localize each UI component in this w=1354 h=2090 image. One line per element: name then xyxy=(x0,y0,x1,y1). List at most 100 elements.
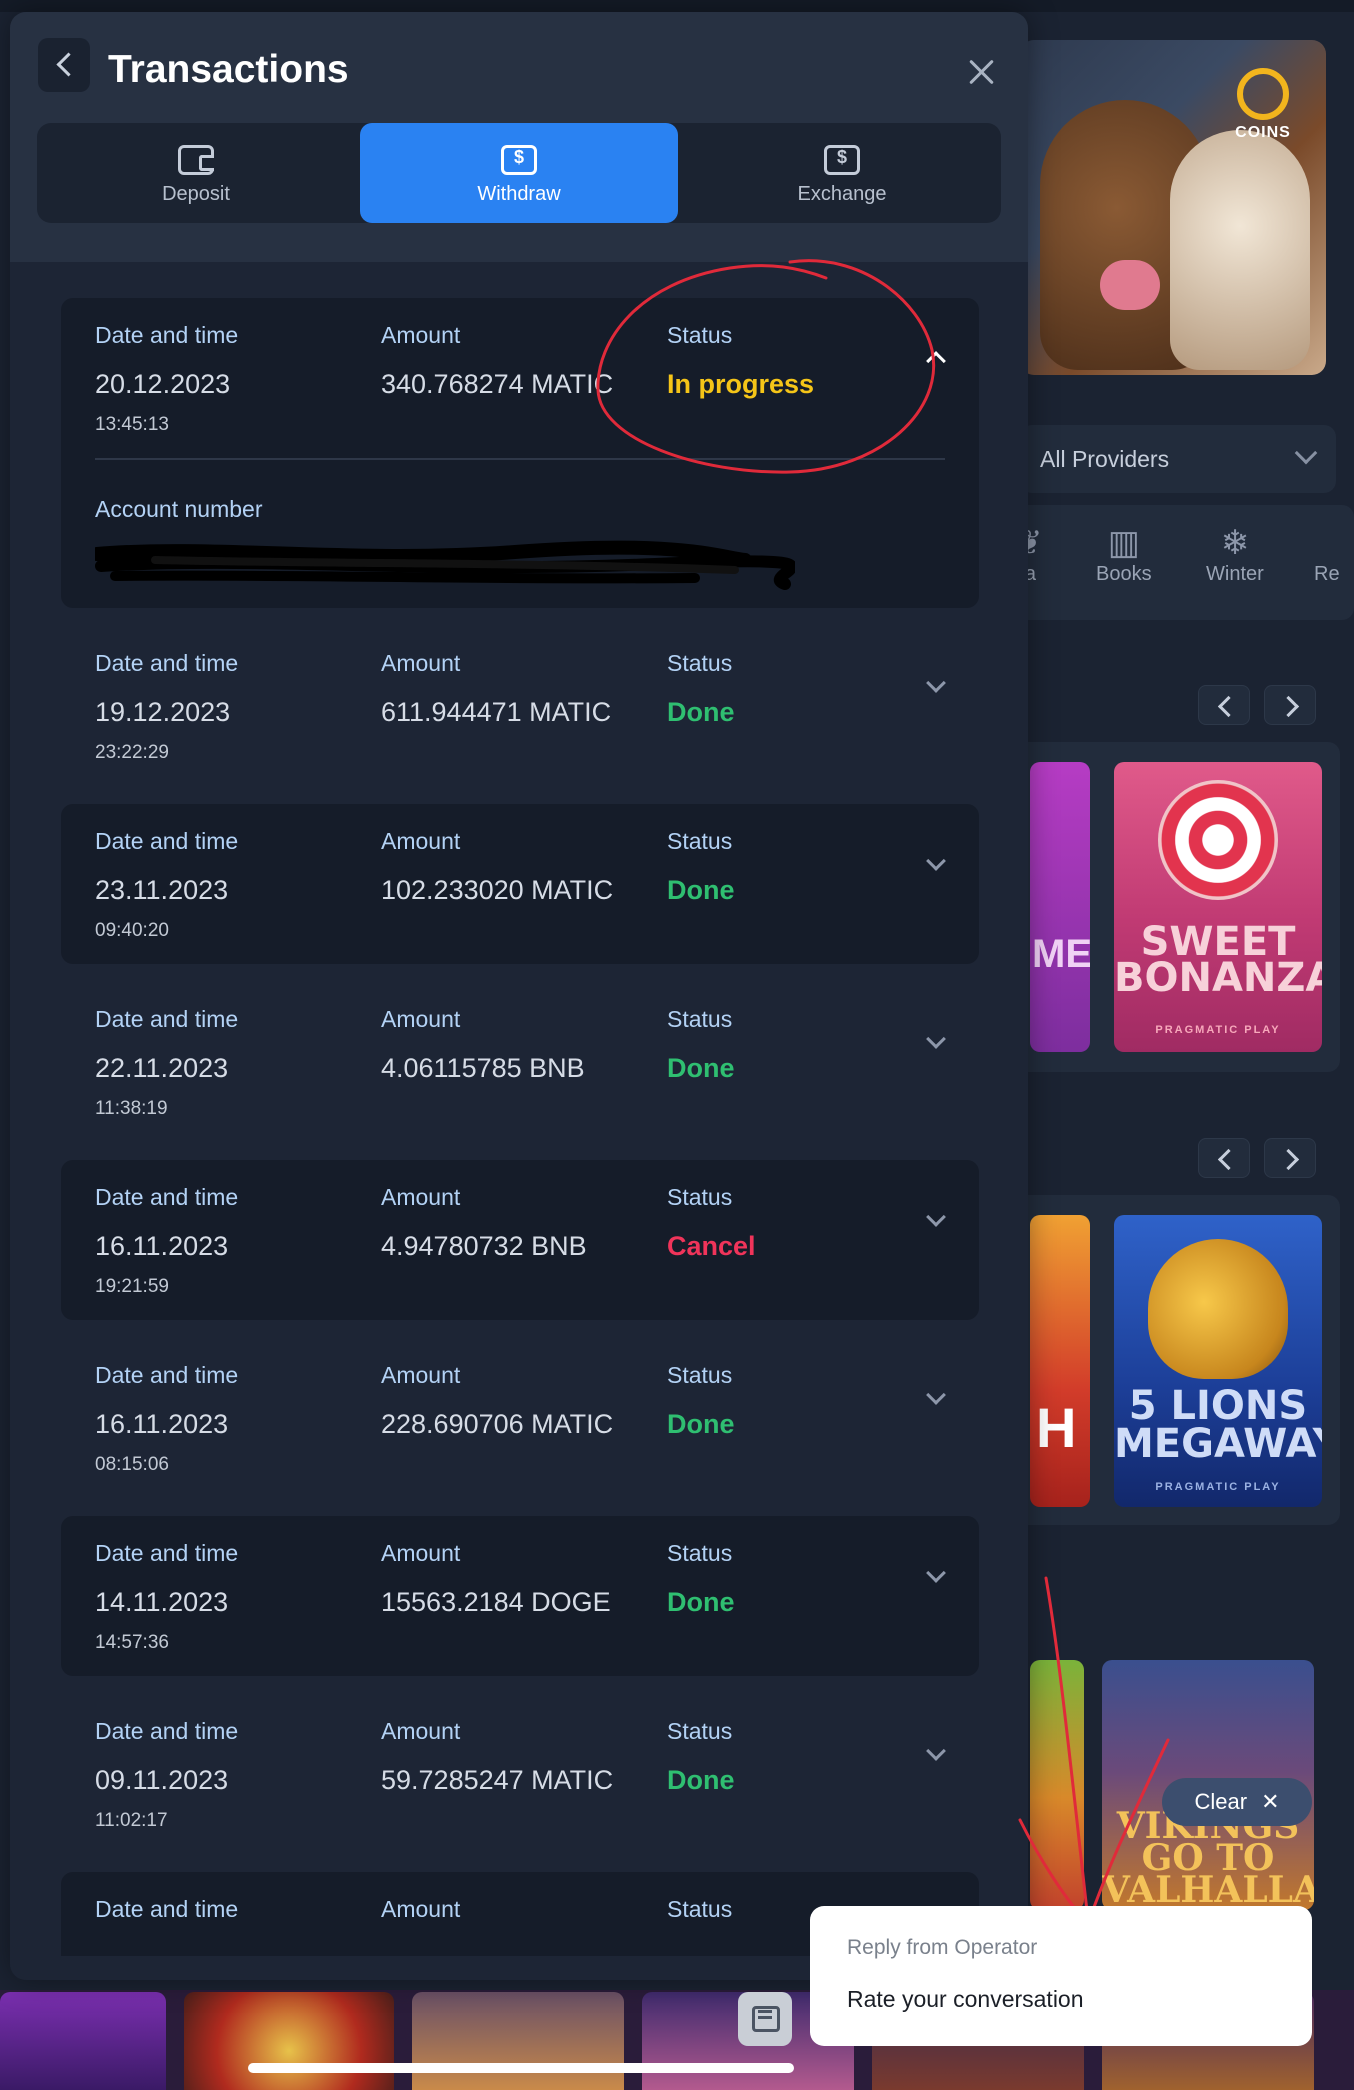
coins-logo-icon xyxy=(1237,68,1289,120)
book-icon: ▥ xyxy=(1107,524,1140,562)
amount-value: 4.06115785 BNB xyxy=(381,1053,585,1083)
time-value: 23:22:29 xyxy=(95,742,169,763)
chat-icon[interactable] xyxy=(738,1992,792,2046)
amount-value: 4.94780732 BNB xyxy=(381,1231,587,1261)
date-label: Date and time xyxy=(95,1718,239,1744)
status-label: Status xyxy=(667,1718,733,1744)
clear-button[interactable]: Clear ✕ xyxy=(1162,1778,1312,1826)
time-value: 11:02:17 xyxy=(95,1810,168,1831)
tab-exchange[interactable]: Exchange xyxy=(683,123,1001,223)
date-label: Date and time xyxy=(95,828,239,854)
status-label: Status xyxy=(667,1540,733,1566)
amount-value: 611.944471 MATIC xyxy=(381,697,612,727)
game-tile-text: H xyxy=(1036,1396,1077,1459)
game-tile-title: 5 LIONS MEGAWAYS xyxy=(1114,1383,1322,1467)
date-value: 16.11.2023 xyxy=(95,1409,229,1439)
amount-value: 59.7285247 MATIC xyxy=(381,1765,614,1795)
status-value: Done xyxy=(667,1587,735,1617)
providers-dropdown[interactable]: All Providers xyxy=(1020,425,1336,493)
date-value: 22.11.2023 xyxy=(95,1053,229,1083)
carousel-next-button[interactable] xyxy=(1264,1138,1316,1178)
clear-label: Clear xyxy=(1194,1789,1248,1814)
game-tile-sweet-bonanza[interactable]: SWEET BONANZA PRAGMATIC PLAY xyxy=(1114,762,1322,1052)
tab-label: Withdraw xyxy=(477,183,561,205)
home-indicator xyxy=(248,2063,794,2073)
tab-label: Exchange xyxy=(797,183,887,205)
date-label: Date and time xyxy=(95,1362,239,1388)
status-label: Status xyxy=(667,1006,733,1032)
chevron-down-icon[interactable] xyxy=(926,1029,946,1049)
tab-deposit[interactable]: Deposit xyxy=(37,123,355,223)
time-value: 13:45:13 xyxy=(95,414,169,435)
game-tile[interactable]: ME xyxy=(1030,762,1090,1052)
category-icon xyxy=(1314,523,1340,563)
amount-label: Amount xyxy=(381,1540,461,1566)
carousel-next-button[interactable] xyxy=(1264,685,1316,725)
chevron-down-icon[interactable] xyxy=(926,1207,946,1227)
time-value: 14:57:36 xyxy=(95,1632,169,1653)
transaction-row[interactable]: Date and time 16.11.2023 19:21:59 Amount… xyxy=(61,1160,979,1320)
dog-tongue xyxy=(1100,260,1160,310)
coins-logo-text: COINS xyxy=(1235,124,1291,141)
date-label: Date and time xyxy=(95,650,239,676)
carousel-prev-button[interactable] xyxy=(1198,1138,1250,1178)
status-label: Status xyxy=(667,828,733,854)
amount-label: Amount xyxy=(381,1896,461,1922)
close-icon: ✕ xyxy=(1261,1789,1280,1814)
status-value: Done xyxy=(667,1765,735,1795)
modal-title: Transactions xyxy=(108,48,349,91)
category-label: Books xyxy=(1096,563,1152,585)
amount-label: Amount xyxy=(381,828,461,854)
amount-label: Amount xyxy=(381,1006,461,1032)
transaction-row[interactable]: Date and time 23.11.2023 09:40:20 Amount… xyxy=(61,804,979,964)
carousel-prev-button[interactable] xyxy=(1198,685,1250,725)
chevron-down-icon[interactable] xyxy=(926,1741,946,1761)
redacted-account-number xyxy=(95,540,795,590)
transaction-row[interactable]: Date and time 16.11.2023 08:15:06 Amount… xyxy=(61,1338,979,1498)
cash-icon xyxy=(501,145,537,175)
transaction-row[interactable]: Date and time 14.11.2023 14:57:36 Amount… xyxy=(61,1516,979,1676)
category-item-winter[interactable]: ❄ Winter xyxy=(1206,523,1264,586)
status-label: Status xyxy=(667,1184,733,1210)
top-strip xyxy=(0,0,1354,12)
game-tile[interactable]: H xyxy=(1030,1215,1090,1507)
reply-from-label: Reply from xyxy=(847,1936,949,1959)
close-icon[interactable] xyxy=(966,56,998,88)
transaction-row[interactable]: Date and time 09.11.2023 11:02:17 Amount… xyxy=(61,1694,979,1854)
game-tile[interactable] xyxy=(1030,1660,1084,1910)
tab-bar: Deposit Withdraw Exchange xyxy=(37,123,1001,223)
transaction-row[interactable]: Date and time 20.12.2023 13:45:13 Amount… xyxy=(61,298,979,608)
transactions-modal: Transactions Deposit Withdraw Exchange D… xyxy=(10,12,1028,1980)
category-item[interactable]: Re xyxy=(1314,523,1340,586)
game-tile[interactable] xyxy=(184,1992,394,2090)
amount-label: Amount xyxy=(381,1718,461,1744)
chevron-down-icon xyxy=(1294,441,1318,465)
transaction-row[interactable]: Date and time 22.11.2023 11:38:19 Amount… xyxy=(61,982,979,1142)
game-tile[interactable] xyxy=(412,1992,624,2090)
chat-message: Rate your conversation xyxy=(847,1986,1084,2012)
category-label: Re xyxy=(1314,563,1340,585)
chevron-down-icon[interactable] xyxy=(926,851,946,871)
game-tile-text: ME xyxy=(1032,932,1090,976)
chevron-down-icon[interactable] xyxy=(926,1563,946,1583)
chat-reply-from: Reply from Operator xyxy=(847,1936,1037,1960)
tab-withdraw[interactable]: Withdraw xyxy=(360,123,678,223)
game-tile-5-lions[interactable]: 5 LIONS MEGAWAYS PRAGMATIC PLAY xyxy=(1114,1215,1322,1507)
chevron-up-icon[interactable] xyxy=(926,351,946,371)
promo-banner[interactable]: COINS xyxy=(1020,40,1326,375)
back-button[interactable] xyxy=(38,38,90,92)
date-value: 09.11.2023 xyxy=(95,1765,229,1795)
date-label: Date and time xyxy=(95,1184,239,1210)
tab-label: Deposit xyxy=(162,183,230,205)
wallet-icon xyxy=(178,145,214,175)
status-value: Done xyxy=(667,875,735,905)
transaction-row[interactable]: Date and time 19.12.2023 23:22:29 Amount… xyxy=(61,626,979,786)
category-item-books[interactable]: ▥ Books xyxy=(1096,523,1152,586)
chevron-down-icon[interactable] xyxy=(926,1385,946,1405)
amount-label: Amount xyxy=(381,650,461,676)
chevron-down-icon[interactable] xyxy=(926,673,946,693)
game-tile[interactable] xyxy=(0,1992,166,2090)
chat-notification[interactable]: Reply from Operator Rate your conversati… xyxy=(810,1906,1312,2046)
amount-value: 340.768274 MATIC xyxy=(381,369,614,399)
status-label: Status xyxy=(667,1362,733,1388)
